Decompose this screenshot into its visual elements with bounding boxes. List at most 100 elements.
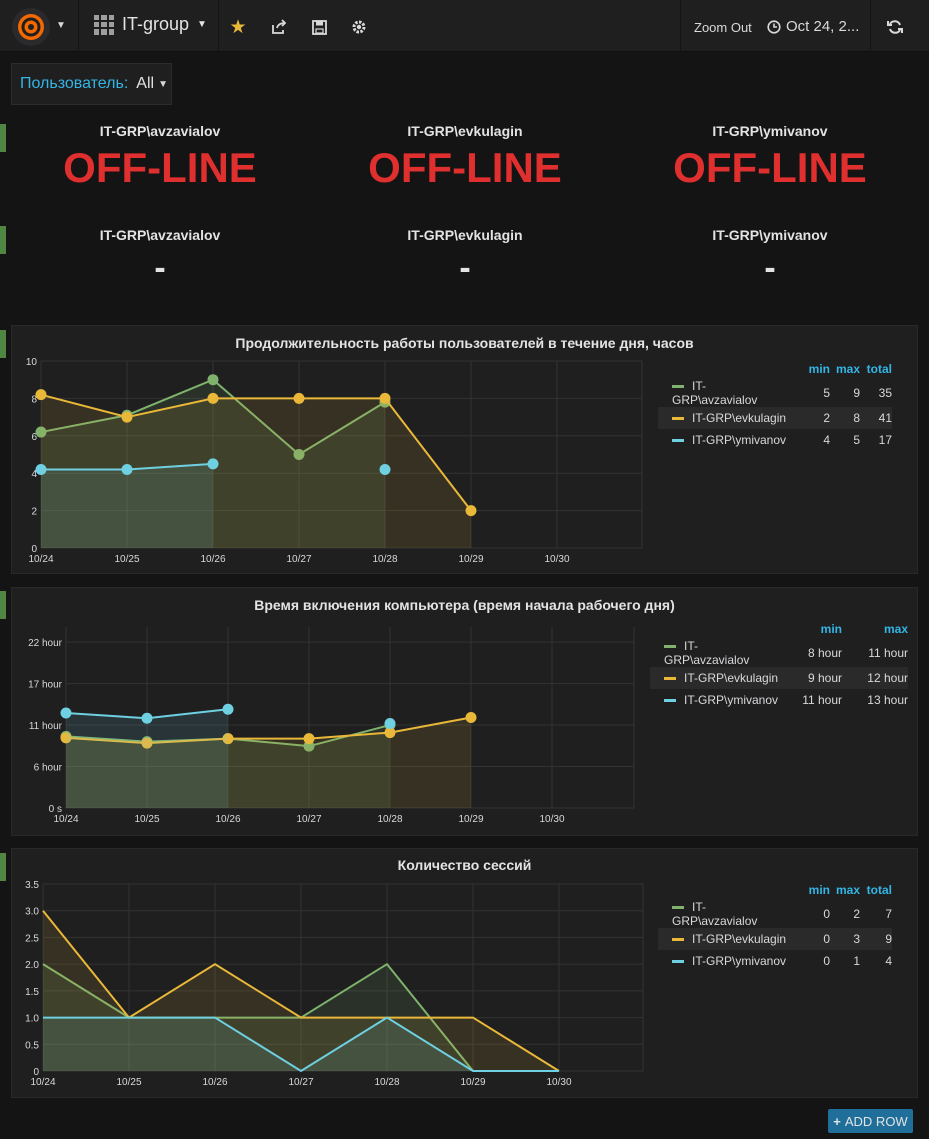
legend-color-swatch[interactable]	[664, 699, 676, 703]
legend-stat-value: 2	[790, 407, 830, 429]
row-collapse-handle[interactable]	[0, 226, 6, 254]
legend-series-name[interactable]: IT-GRP\avzavialov	[672, 900, 757, 928]
legend-column-header[interactable]: total	[860, 880, 892, 900]
legend-stat-value: 9	[860, 928, 892, 950]
variable-label: Пользователь:	[20, 75, 129, 92]
chart-legend: min max IT-GRP\avzavialov 8 hour 11 hour IT-G…	[650, 619, 908, 711]
legend-series-row[interactable]: IT-GRP\evkulagin 2 8 41	[658, 407, 892, 429]
legend-stat-value: 0	[823, 907, 830, 921]
legend-column-header[interactable]: min	[790, 880, 830, 900]
stat-value: -	[154, 249, 166, 287]
row-collapse-handle[interactable]	[0, 124, 6, 152]
x-tick-label: 10/29	[460, 1077, 485, 1088]
legend-series-row[interactable]: IT-GRP\avzavialov 0 2 7	[658, 900, 892, 928]
chart-legend: min max total IT-GRP\avzavialov 0 2 7 IT-GRP\ev…	[658, 880, 892, 972]
legend-series-name[interactable]: IT-GRP\evkulagin	[684, 671, 778, 685]
data-point	[465, 505, 477, 517]
y-tick-label: 1.0	[25, 1014, 39, 1025]
y-tick-label: 3.0	[25, 907, 39, 918]
singlestat-panel: IT-GRP\ymivanov OFF-LINE	[620, 123, 920, 189]
legend-column-header[interactable]: max	[842, 619, 908, 639]
legend-color-swatch[interactable]	[664, 677, 676, 681]
x-tick-label: 10/30	[546, 1077, 571, 1088]
legend-series-name[interactable]: IT-GRP\ymivanov	[692, 954, 786, 968]
legend-series-name[interactable]: IT-GRP\ymivanov	[684, 693, 778, 707]
legend-color-swatch[interactable]	[672, 385, 684, 389]
legend-stat-value: 1	[853, 954, 860, 968]
row-collapse-handle[interactable]	[0, 330, 6, 358]
star-icon[interactable]: ★	[227, 16, 249, 38]
legend-series-name[interactable]: IT-GRP\avzavialov	[664, 639, 749, 667]
user-variable-selector[interactable]: Пользователь: All ▼	[11, 63, 172, 105]
data-point	[121, 411, 133, 423]
legend-stat-value: 4	[885, 954, 892, 968]
legend-stat-value: 0	[823, 954, 830, 968]
legend-series-row[interactable]: IT-GRP\evkulagin 0 3 9	[658, 928, 892, 950]
x-tick-label: 10/29	[458, 814, 483, 825]
row-collapse-handle[interactable]	[0, 591, 6, 619]
logo-dropdown-icon[interactable]: ▼	[56, 20, 66, 31]
x-tick-label: 10/24	[28, 554, 53, 565]
legend-series-row[interactable]: IT-GRP\avzavialov 8 hour 11 hour	[650, 639, 908, 667]
legend-column-header[interactable]: min	[790, 359, 830, 379]
legend-color-swatch[interactable]	[672, 417, 684, 421]
legend-stat-value: 4	[823, 433, 830, 447]
legend-stat-value: 5	[853, 433, 860, 447]
chart-legend: min max total IT-GRP\avzavialov 5 9 35 IT-GRP\e…	[658, 359, 892, 451]
legend-series-row[interactable]: IT-GRP\avzavialov 5 9 35	[658, 379, 892, 407]
chevron-down-icon: ▼	[158, 78, 168, 90]
y-tick-label: 2.5	[25, 933, 39, 944]
singlestat-panel: IT-GRP\evkulagin -	[315, 227, 615, 285]
x-tick-label: 10/25	[116, 1077, 141, 1088]
graph-panel-work-duration: Продолжительность работы пользователей в…	[11, 325, 918, 574]
x-tick-label: 10/28	[374, 1077, 399, 1088]
legend-series-row[interactable]: IT-GRP\evkulagin 9 hour 12 hour	[650, 667, 908, 689]
legend-stat-value: 9	[853, 386, 860, 400]
clock-icon	[767, 19, 781, 34]
legend-stat-value: 7	[885, 907, 892, 921]
save-icon[interactable]	[308, 16, 330, 38]
legend-color-swatch[interactable]	[664, 645, 676, 649]
y-tick-label: 3.5	[25, 880, 39, 891]
legend-series-row[interactable]: IT-GRP\ymivanov 11 hour 13 hour	[650, 689, 908, 711]
legend-series-row[interactable]: IT-GRP\ymivanov 0 1 4	[658, 950, 892, 972]
legend-series-name[interactable]: IT-GRP\evkulagin	[692, 411, 786, 425]
legend-column-header[interactable]: max	[830, 359, 860, 379]
singlestat-panel: IT-GRP\avzavialov -	[10, 227, 310, 285]
legend-column-header[interactable]: max	[830, 880, 860, 900]
series-area	[41, 463, 213, 548]
legend-stat-value: 8 hour	[807, 646, 842, 660]
legend-series-name[interactable]: IT-GRP\ymivanov	[692, 433, 786, 447]
legend-stat-value: 13 hour	[867, 693, 908, 707]
legend-column-header[interactable]: total	[860, 359, 892, 379]
dashboard-title-dropdown[interactable]: IT-group ▼	[94, 14, 207, 35]
data-point	[207, 458, 219, 470]
settings-gear-icon[interactable]	[348, 16, 370, 38]
legend-series-name[interactable]: IT-GRP\evkulagin	[692, 932, 786, 946]
legend-stat-value: 8	[830, 407, 860, 429]
legend-series-row[interactable]: IT-GRP\ymivanov 4 5 17	[658, 429, 892, 451]
legend-series-name[interactable]: IT-GRP\avzavialov	[672, 379, 757, 407]
share-icon[interactable]	[268, 16, 290, 38]
legend-color-swatch[interactable]	[672, 439, 684, 443]
add-row-button[interactable]: + ADD ROW	[828, 1109, 913, 1133]
row-collapse-handle[interactable]	[0, 853, 6, 881]
data-point	[379, 392, 391, 404]
x-tick-label: 10/27	[288, 1077, 313, 1088]
top-navbar: ▼ IT-group ▼ ★ Zoom Out Oct 24, 2...	[0, 0, 929, 52]
refresh-icon[interactable]	[884, 16, 906, 38]
x-tick-label: 10/27	[286, 554, 311, 565]
data-point	[121, 463, 133, 475]
legend-color-swatch[interactable]	[672, 960, 684, 964]
dashboard-grid-icon	[94, 14, 114, 35]
data-point	[303, 733, 315, 745]
time-range-picker[interactable]: Oct 24, 2...	[767, 18, 859, 35]
x-tick-label: 10/28	[377, 814, 402, 825]
legend-color-swatch[interactable]	[672, 906, 684, 910]
legend-color-swatch[interactable]	[672, 938, 684, 942]
legend-column-header[interactable]: min	[782, 619, 842, 639]
grafana-logo-icon[interactable]	[12, 8, 50, 46]
y-tick-label: 1.5	[25, 987, 39, 998]
zoom-out-button[interactable]: Zoom Out	[694, 20, 752, 35]
plus-icon: +	[833, 1113, 841, 1129]
